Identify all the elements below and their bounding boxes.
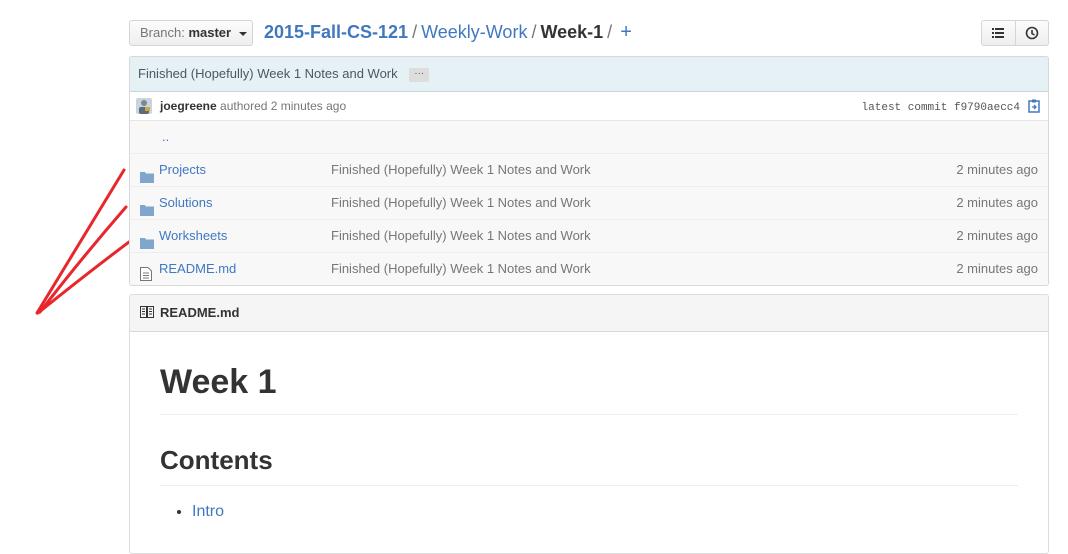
list-view-button[interactable] [981, 20, 1016, 46]
expand-commit-button[interactable]: ··· [409, 67, 430, 82]
readme-content: Week 1 Contents Intro [130, 362, 1048, 524]
commit-time: 2 minutes ago [270, 99, 347, 113]
table-row[interactable]: README.md Finished (Hopefully) Week 1 Not… [130, 252, 1048, 285]
breadcrumb-separator: / [607, 22, 613, 42]
file-navigator: Finished (Hopefully) Week 1 Notes and Wo… [129, 56, 1049, 286]
file-name-link[interactable]: Projects [159, 154, 206, 186]
breadcrumb-repo-link[interactable]: 2015-Fall-CS-121 [264, 22, 408, 42]
readme-heading: Week 1 [160, 362, 1018, 415]
latest-commit: latest commit f9790aecc4 [862, 94, 1020, 122]
commit-action: authored [220, 99, 268, 113]
contents-link-intro[interactable]: Intro [192, 503, 224, 520]
file-age: 2 minutes ago [956, 195, 1038, 210]
file-name-link[interactable]: Worksheets [159, 220, 227, 252]
branch-select-button[interactable]: Branch: master [129, 20, 253, 46]
latest-commit-label: latest commit [861, 102, 948, 114]
file-age: 2 minutes ago [956, 162, 1038, 177]
file-age: 2 minutes ago [956, 261, 1038, 276]
history-button[interactable] [1015, 20, 1049, 46]
branch-prefix: Branch: [140, 25, 185, 40]
readme-header: README.md [130, 295, 1048, 332]
breadcrumb-separator: / [412, 22, 418, 42]
file-commit-message[interactable]: Finished (Hopefully) Week 1 Notes and Wo… [331, 154, 591, 186]
file-text-icon [140, 261, 152, 285]
author-link[interactable]: joegreene [160, 99, 217, 113]
parent-directory-row[interactable]: .. [130, 121, 1048, 154]
contents-list: Intro [160, 500, 1018, 524]
view-button-group [981, 20, 1049, 46]
file-commit-message[interactable]: Finished (Hopefully) Week 1 Notes and Wo… [331, 220, 591, 252]
table-row[interactable]: Solutions Finished (Hopefully) Week 1 Not… [130, 186, 1048, 219]
clipboard-icon[interactable] [1028, 99, 1040, 113]
list-icon [992, 28, 1005, 38]
file-name-link[interactable]: README.md [159, 253, 236, 285]
parent-directory-link[interactable]: .. [162, 121, 169, 153]
breadcrumb-folder-link[interactable]: Weekly-Work [421, 22, 527, 42]
readme-subheading: Contents [160, 443, 1018, 486]
readme-filename: README.md [160, 305, 240, 320]
book-icon [140, 306, 154, 318]
file-commit-message[interactable]: Finished (Hopefully) Week 1 Notes and Wo… [331, 187, 591, 219]
commit-message: Finished (Hopefully) Week 1 Notes and Wo… [138, 66, 398, 81]
add-file-button[interactable]: + [620, 21, 632, 43]
commit-author-line: joegreene authored 2 minutes ago [160, 92, 346, 120]
caret-down-icon [238, 31, 247, 36]
file-commit-message[interactable]: Finished (Hopefully) Week 1 Notes and Wo… [331, 253, 591, 285]
avatar[interactable] [136, 98, 152, 114]
commit-title-bar: Finished (Hopefully) Week 1 Notes and Wo… [130, 57, 1048, 92]
table-row[interactable]: Worksheets Finished (Hopefully) Week 1 No… [130, 219, 1048, 252]
commit-meta: joegreene authored 2 minutes ago latest … [130, 92, 1048, 121]
history-icon [1025, 26, 1039, 40]
branch-name: master [188, 25, 232, 40]
table-row[interactable]: Projects Finished (Hopefully) Week 1 Note… [130, 154, 1048, 186]
breadcrumb-separator: / [531, 22, 537, 42]
file-age: 2 minutes ago [956, 228, 1038, 243]
file-navigation-bar: Branch: master 2015-Fall-CS-121/Weekly-W… [129, 20, 1049, 46]
breadcrumb-current: Week-1 [540, 22, 604, 42]
readme-panel: README.md Week 1 Contents Intro [129, 294, 1049, 554]
breadcrumb: 2015-Fall-CS-121/Weekly-Work / Week-1/+ [264, 20, 632, 44]
file-name-link[interactable]: Solutions [159, 187, 212, 219]
list-item: Intro [192, 500, 1018, 524]
commit-sha-link[interactable]: f9790aecc4 [954, 102, 1020, 114]
